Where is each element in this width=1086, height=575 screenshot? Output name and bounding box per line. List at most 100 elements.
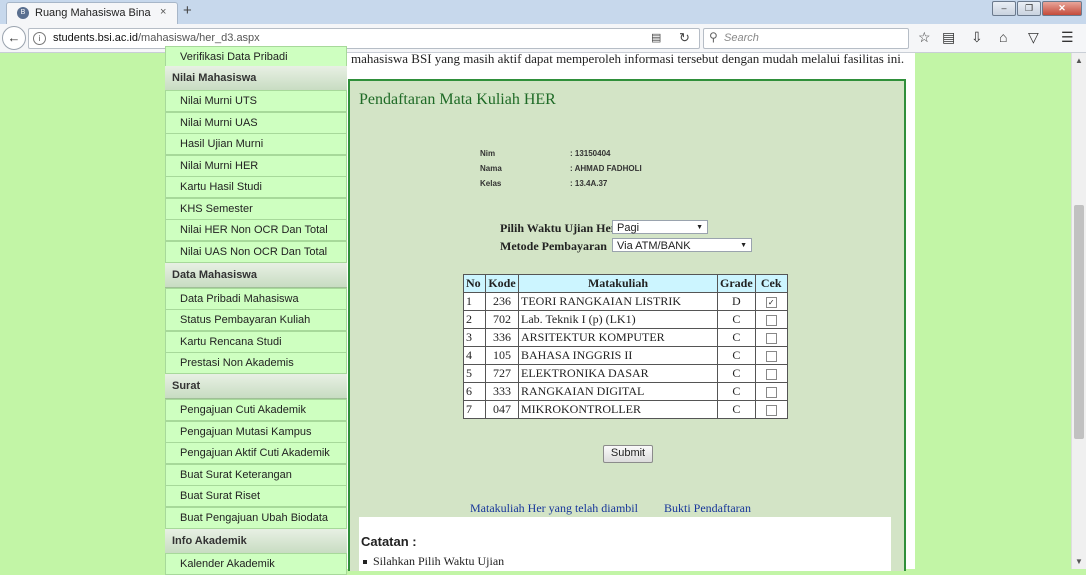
url-domain: students.bsi.ac.id [53, 32, 138, 44]
table-row: 5 727 ELEKTRONIKA DASAR C [463, 364, 788, 383]
bookmark-star-icon[interactable]: ☆ [918, 29, 931, 46]
navigation-bar: ← i students.bsi.ac.id/mahasiswa/her_d3.… [0, 24, 1086, 53]
browser-tab[interactable]: B Ruang Mahasiswa Bina Saran × [6, 2, 178, 25]
sidebar-item-pengajuan-aktif-cuti[interactable]: Pengajuan Aktif Cuti Akademik [165, 442, 347, 464]
search-placeholder: Search [724, 32, 759, 44]
sidebar-item-surat-keterangan[interactable]: Buat Surat Keterangan [165, 464, 347, 486]
chevron-down-icon: ▼ [696, 224, 703, 231]
catatan-title: Catatan : [361, 534, 417, 549]
sidebar-item-status-pembayaran[interactable]: Status Pembayaran Kuliah [165, 309, 347, 331]
pocket-icon[interactable]: ▽ [1028, 29, 1039, 46]
download-icon[interactable]: ⇩ [971, 29, 983, 46]
sidebar-item-pengajuan-mutasi[interactable]: Pengajuan Mutasi Kampus [165, 421, 347, 443]
sidebar-item-label: Kartu Rencana Studi [180, 336, 282, 348]
sidebar-item-prestasi-non-akademis[interactable]: Prestasi Non Akademis [165, 352, 347, 374]
bullet-icon [363, 560, 367, 565]
submit-button[interactable]: Submit [603, 445, 653, 463]
cell-kode: 727 [485, 364, 519, 383]
home-icon[interactable]: ⌂ [999, 29, 1007, 45]
window-controls: – ❐ ✕ [991, 1, 1082, 16]
maximize-button[interactable]: ❐ [1017, 1, 1041, 16]
bookmarks-library-icon[interactable]: ▤ [942, 29, 955, 46]
sidebar-item-data-pribadi[interactable]: Data Pribadi Mahasiswa [165, 288, 347, 310]
chevron-down-icon: ▼ [740, 242, 747, 249]
cek-checkbox[interactable]: ✓ [765, 296, 777, 308]
url-text: students.bsi.ac.id/mahasiswa/her_d3.aspx [53, 32, 260, 44]
info-icon[interactable]: i [33, 32, 46, 45]
sidebar-item-kartu-rencana-studi[interactable]: Kartu Rencana Studi [165, 331, 347, 353]
cell-grade: D [717, 292, 756, 311]
metode-pembayaran-value: Via ATM/BANK [617, 240, 691, 252]
search-bar[interactable]: ⚲ Search [703, 28, 909, 49]
sidebar-item-label: Nilai HER Non OCR Dan Total [180, 224, 328, 236]
sidebar-item-ubah-biodata[interactable]: Buat Pengajuan Ubah Biodata [165, 507, 347, 529]
sidebar-item-khs-semester[interactable]: KHS Semester [165, 198, 347, 220]
page-margin-left [0, 53, 153, 569]
scroll-up-icon[interactable]: ▲ [1075, 56, 1083, 65]
page-margin-right [915, 53, 1071, 569]
cell-no: 5 [463, 364, 486, 383]
cell-no: 2 [463, 310, 486, 329]
close-window-button[interactable]: ✕ [1042, 1, 1082, 16]
cek-checkbox[interactable] [765, 368, 777, 380]
cek-checkbox[interactable] [765, 386, 777, 398]
kelas-value: : 13.4A.37 [570, 179, 608, 188]
cek-checkbox[interactable] [765, 314, 777, 326]
metode-pembayaran-select[interactable]: Via ATM/BANK ▼ [612, 238, 752, 252]
sidebar: Verifikasi Data Pribadi Nilai Mahasiswa … [165, 46, 347, 575]
cell-grade: C [717, 310, 756, 329]
sidebar-item-nilai-uas-non-ocr[interactable]: Nilai UAS Non OCR Dan Total [165, 241, 347, 263]
vertical-scrollbar[interactable]: ▲ ▼ [1071, 53, 1086, 569]
sidebar-section-heading: Nilai Mahasiswa [165, 66, 347, 91]
menu-icon[interactable]: ☰ [1061, 29, 1074, 46]
sidebar-item-label: Buat Surat Riset [180, 490, 261, 502]
new-tab-button[interactable]: + [183, 2, 192, 19]
sidebar-item-nilai-murni-her[interactable]: Nilai Murni HER [165, 155, 347, 177]
table-row: 6 333 RANGKAIAN DIGITAL C [463, 382, 788, 401]
minimize-button[interactable]: – [992, 1, 1016, 16]
reader-view-icon[interactable]: ▤ [651, 31, 661, 44]
sidebar-heading-label: Surat [172, 380, 201, 392]
sidebar-item-kalender-akademik[interactable]: Kalender Akademik [165, 553, 347, 575]
sidebar-item-nilai-her-non-ocr[interactable]: Nilai HER Non OCR Dan Total [165, 219, 347, 241]
waktu-ujian-value: Pagi [617, 222, 640, 234]
scroll-down-icon[interactable]: ▼ [1075, 557, 1083, 566]
link-matakuliah-her-diambil[interactable]: Matakuliah Her yang telah diambil [470, 501, 638, 516]
sidebar-item-kartu-hasil-studi[interactable]: Kartu Hasil Studi [165, 176, 347, 198]
cell-matakuliah: ELEKTRONIKA DASAR [518, 364, 718, 383]
table-row: 1 236 TEORI RANGKAIAN LISTRIK D ✓ [463, 292, 788, 311]
scroll-thumb[interactable] [1074, 205, 1084, 439]
sidebar-item-surat-riset[interactable]: Buat Surat Riset [165, 485, 347, 507]
sidebar-item-nilai-murni-uas[interactable]: Nilai Murni UAS [165, 112, 347, 134]
sidebar-item-label: Status Pembayaran Kuliah [180, 314, 311, 326]
link-bukti-pendaftaran[interactable]: Bukti Pendaftaran [664, 501, 751, 516]
cell-matakuliah: BAHASA INGGRIS II [518, 346, 718, 365]
cell-cek [754, 364, 788, 383]
back-button[interactable]: ← [2, 26, 26, 50]
tab-close-icon[interactable]: × [160, 6, 166, 18]
waktu-ujian-select[interactable]: Pagi ▼ [612, 220, 708, 234]
cell-cek [754, 328, 788, 347]
cek-checkbox[interactable] [765, 404, 777, 416]
cell-no: 4 [463, 346, 486, 365]
reload-icon[interactable]: ↻ [679, 30, 690, 46]
sidebar-item-label: Nilai Murni UTS [180, 95, 258, 107]
sidebar-item-pengajuan-cuti[interactable]: Pengajuan Cuti Akademik [165, 399, 347, 421]
sidebar-item[interactable]: Verifikasi Data Pribadi [165, 46, 347, 68]
cell-no: 3 [463, 328, 486, 347]
sidebar-item-nilai-murni-uts[interactable]: Nilai Murni UTS [165, 90, 347, 112]
cek-checkbox[interactable] [765, 332, 777, 344]
column-header-grade: Grade [717, 274, 756, 293]
cell-cek [754, 310, 788, 329]
sidebar-item-label: Prestasi Non Akademis [180, 357, 294, 369]
catatan-item-text: Silahkan Pilih Waktu Ujian [373, 554, 505, 568]
sidebar-heading-label: Data Mahasiswa [172, 269, 257, 281]
cek-checkbox[interactable] [765, 350, 777, 362]
cell-matakuliah: ARSITEKTUR KOMPUTER [518, 328, 718, 347]
sidebar-item-label: Kalender Akademik [180, 558, 275, 570]
tab-bar: B Ruang Mahasiswa Bina Saran × + –❐✕ [0, 0, 1086, 25]
sidebar-heading-label: Info Akademik [172, 535, 247, 547]
url-bar[interactable]: i students.bsi.ac.id/mahasiswa/her_d3.as… [28, 28, 700, 49]
sidebar-item-hasil-ujian-murni[interactable]: Hasil Ujian Murni [165, 133, 347, 155]
cell-no: 6 [463, 382, 486, 401]
